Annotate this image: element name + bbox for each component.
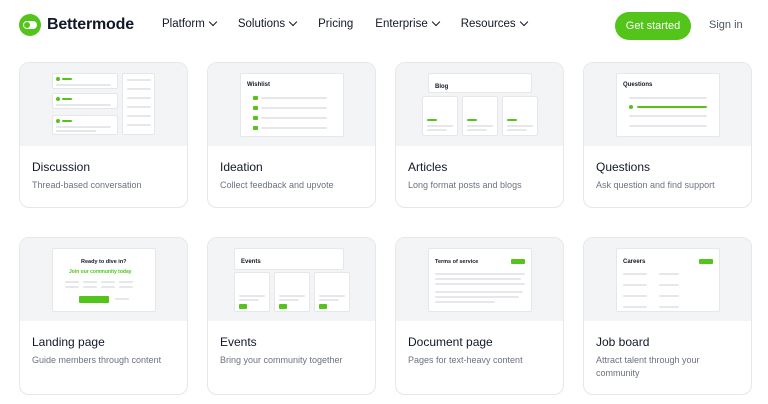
card-description: Thread-based conversation [32, 180, 142, 190]
chevron-down-icon [519, 17, 528, 27]
preview-subheading: Join our community today [69, 269, 132, 275]
template-card-articles[interactable]: Blog Articles Long format posts and blog… [395, 62, 564, 208]
chevron-down-icon [288, 17, 298, 27]
card-title: Job board [596, 335, 650, 349]
chevron-down-icon [208, 17, 218, 27]
template-card-document-page[interactable]: Terms of service Document page Pages for… [395, 237, 564, 395]
ideation-preview: Wishlist [208, 63, 375, 146]
nav-enterprise[interactable]: Enterprise [375, 17, 440, 30]
preview-heading: Terms of service [435, 259, 479, 265]
events-preview: Events [208, 238, 375, 321]
template-card-landing-page[interactable]: Ready to dive in? Join our community tod… [19, 237, 188, 395]
template-card-job-board[interactable]: Careers Job board Attract talent through… [583, 237, 752, 395]
document-page-preview: Terms of service [396, 238, 563, 321]
nav-resources[interactable]: Resources [460, 17, 528, 30]
preview-careers: Careers [616, 248, 720, 312]
preview-post [52, 115, 118, 135]
card-description: Attract talent through your community [596, 355, 700, 378]
card-title: Document page [408, 335, 493, 349]
get-started-button[interactable]: Get started [615, 12, 691, 40]
preview-article [502, 96, 538, 136]
card-description: Bring your community together [220, 355, 343, 365]
brand-name: Bettermode [47, 16, 134, 33]
articles-preview: Blog [396, 63, 563, 146]
discussion-preview [20, 63, 187, 146]
sign-in-link[interactable]: Sign in [709, 19, 743, 31]
preview-events-header: Events [234, 248, 344, 270]
preview-event [314, 272, 350, 312]
card-description: Ask question and find support [596, 180, 715, 190]
job-board-preview: Careers [584, 238, 751, 321]
nav-solutions[interactable]: Solutions [237, 17, 298, 30]
nav-pricing[interactable]: Pricing [318, 18, 353, 30]
preview-questions: Questions [616, 73, 720, 137]
card-description: Collect feedback and upvote [220, 180, 334, 190]
nav-platform-label: Platform [162, 18, 205, 30]
landing-page-preview: Ready to dive in? Join our community tod… [20, 238, 187, 321]
card-title: Events [220, 335, 257, 349]
preview-heading: Events [241, 259, 261, 265]
card-description: Pages for text-heavy content [408, 355, 523, 365]
nav-enterprise-label: Enterprise [375, 18, 428, 30]
preview-article [462, 96, 498, 136]
preview-heading: Questions [623, 82, 653, 88]
brand-logo[interactable]: Bettermode [19, 14, 134, 36]
card-title: Questions [596, 160, 651, 174]
preview-wishlist: Wishlist [240, 73, 344, 137]
preview-heading: Careers [623, 259, 646, 265]
card-title: Discussion [32, 160, 91, 174]
preview-event [274, 272, 310, 312]
questions-preview: Questions [584, 63, 751, 146]
nav-resources-label: Resources [460, 18, 516, 30]
preview-sidebar [122, 73, 155, 135]
preview-event [234, 272, 270, 312]
nav-platform[interactable]: Platform [162, 17, 218, 30]
nav-pricing-label: Pricing [318, 18, 354, 30]
card-description: Long format posts and blogs [408, 180, 522, 190]
nav-solutions-label: Solutions [237, 18, 286, 30]
preview-post [52, 93, 118, 109]
toggle-logo-icon [19, 14, 41, 36]
preview-landing: Ready to dive in? Join our community tod… [52, 248, 156, 312]
template-card-events[interactable]: Events Events Bring your community toget… [207, 237, 376, 395]
preview-document: Terms of service [428, 248, 532, 312]
main-nav: Platform Solutions Pricing Enterprise Re… [162, 17, 528, 30]
preview-article [422, 96, 458, 136]
preview-post [52, 73, 118, 89]
preview-heading: Blog [435, 84, 449, 90]
preview-heading: Ready to dive in? [81, 259, 127, 265]
template-card-discussion[interactable]: Discussion Thread-based conversation [19, 62, 188, 208]
card-title: Articles [408, 160, 448, 174]
preview-heading: Wishlist [247, 82, 270, 88]
card-title: Landing page [32, 335, 105, 349]
card-description: Guide members through content [32, 355, 162, 365]
chevron-down-icon [431, 17, 440, 27]
card-title: Ideation [220, 160, 263, 174]
preview-blog-header: Blog [428, 73, 532, 93]
top-navigation: Bettermode Platform Solutions Pricing En… [0, 0, 768, 52]
template-card-ideation[interactable]: Wishlist Ideation Collect feedback and u… [207, 62, 376, 208]
template-card-questions[interactable]: Questions Questions Ask question and fin… [583, 62, 752, 208]
